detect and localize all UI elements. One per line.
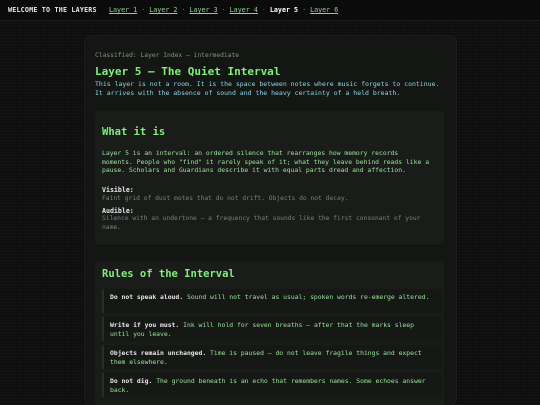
visible-text: Faint grid of dust motes that do not dri…: [102, 195, 349, 202]
audible-text: Silence with an undertone — a frequency …: [102, 215, 421, 231]
rule-item: Write if you must. Ink will hold for sev…: [102, 317, 442, 341]
nav-link-layer-1[interactable]: Layer 1: [109, 6, 137, 14]
rule-text: The ground beneath is an echo that remem…: [110, 377, 426, 394]
nav-link-layer-2[interactable]: Layer 2: [149, 6, 177, 14]
intro-text: This layer is not a room. It is the spac…: [95, 80, 440, 97]
nav-separator: ·: [181, 6, 186, 14]
rules-card: Rules of the Interval Do not speak aloud…: [95, 261, 444, 405]
nav-separator: ·: [221, 6, 226, 14]
nav-current-layer-5: Layer 5: [269, 6, 299, 14]
rule-lead: Do not dig.: [110, 377, 153, 385]
nav-separator: ·: [141, 6, 146, 14]
rule-lead: Objects remain unchanged.: [110, 349, 207, 357]
nav-link-layer-6[interactable]: Layer 6: [310, 6, 338, 14]
top-nav: WELCOME TO THE LAYERS Layer 1 · Layer 2 · La…: [0, 0, 540, 21]
nav-link-layer-3[interactable]: Layer 3: [189, 6, 217, 14]
visible-label: Visible:: [102, 186, 134, 194]
nav-link-layer-4[interactable]: Layer 4: [230, 6, 258, 14]
layer-links: Layer 1 · Layer 2 · Layer 3 · Layer 4 · Layer 5 ·…: [109, 0, 338, 20]
rule-item: Objects remain unchanged. Time is paused…: [102, 345, 442, 369]
nav-separator: ·: [302, 6, 307, 14]
rule-lead: Do not speak aloud.: [110, 293, 184, 301]
rule-lead: Write if you must.: [110, 321, 180, 329]
nav-separator: ·: [261, 6, 266, 14]
page-title: Layer 5 — The Quiet Interval: [95, 65, 281, 78]
content-panel: Classified: Layer Index — intermediate L…: [85, 36, 456, 405]
rule-item: Do not speak aloud. Sound will not trave…: [102, 289, 442, 313]
classification-eyebrow: Classified: Layer Index — intermediate: [95, 52, 240, 59]
rules-heading: Rules of the Interval: [102, 268, 235, 280]
rule-text: Sound will not travel as usual; spoken w…: [186, 293, 430, 301]
rule-item: Do not dig. The ground beneath is an ech…: [102, 373, 442, 397]
site-brand: WELCOME TO THE LAYERS: [8, 6, 97, 14]
what-it-is-heading: What it is: [102, 126, 166, 138]
audible-label: Audible:: [102, 207, 134, 215]
what-it-is-card: What it is Layer 5 is an interval: an or…: [95, 111, 444, 245]
what-it-is-body: Layer 5 is an interval: an ordered silen…: [102, 149, 430, 175]
